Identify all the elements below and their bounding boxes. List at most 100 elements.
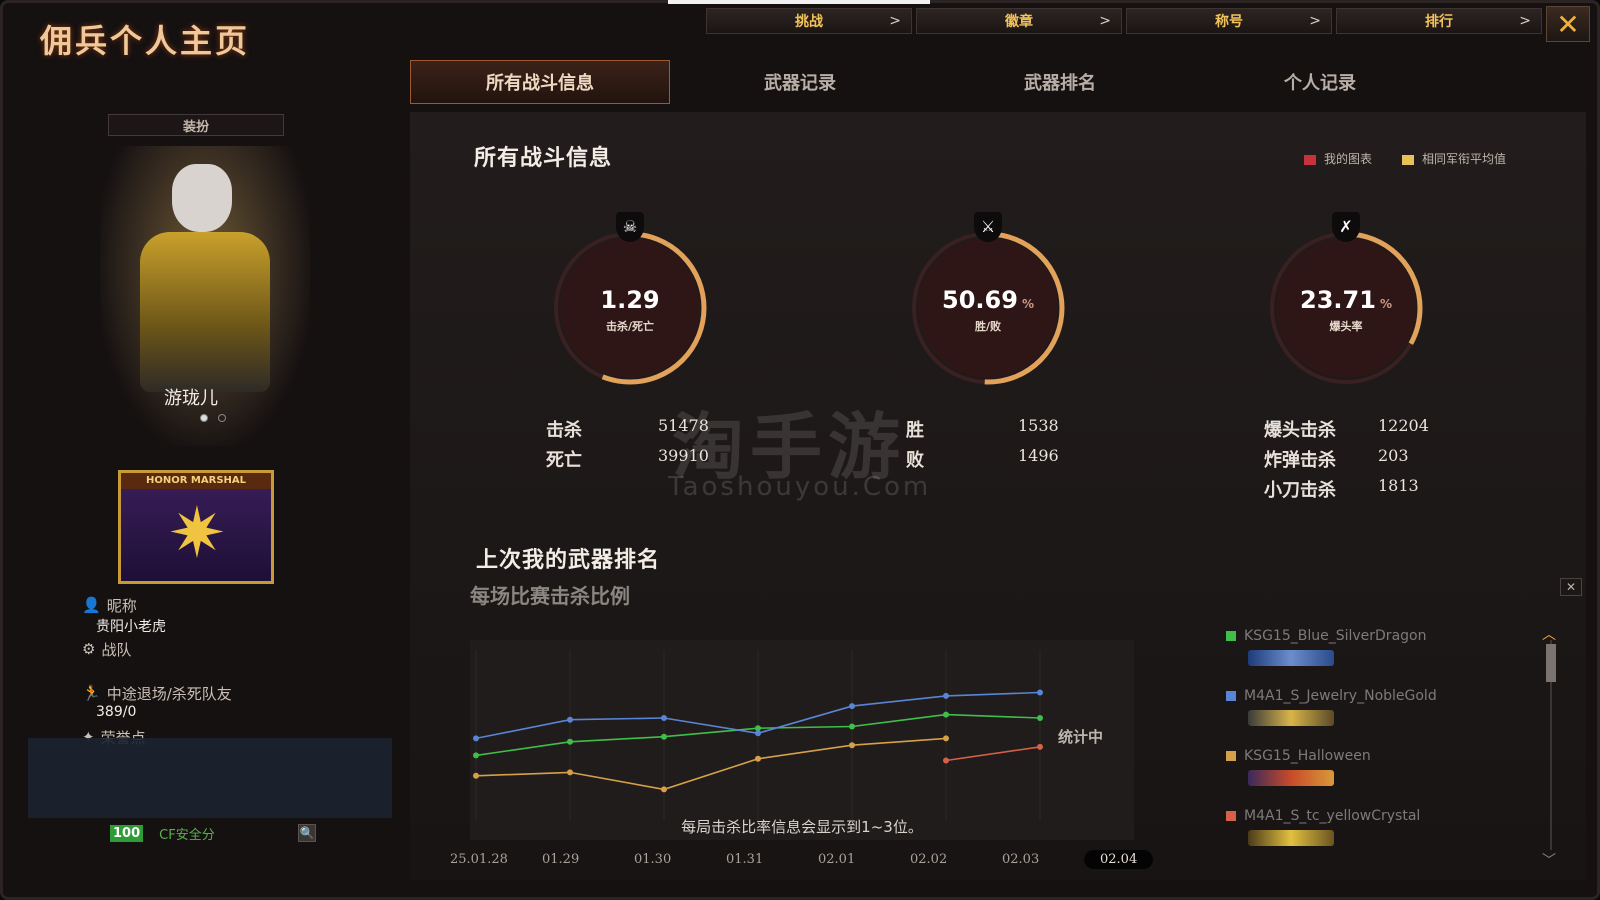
weapon-list-scrollbar[interactable]: ︿ ﹀ — [1542, 627, 1556, 869]
stat-value: 12204 — [1378, 416, 1429, 435]
nav-ranking-button[interactable]: 排行 > — [1336, 8, 1542, 34]
team-value — [82, 660, 232, 682]
legend-item-mine: 我的图表 — [1304, 150, 1372, 167]
pager-dot[interactable] — [200, 414, 208, 422]
legend-item-average: 相同军衔平均值 — [1402, 150, 1506, 167]
team-label: ⚙ 战队 — [82, 638, 232, 660]
series-swatch — [1226, 751, 1236, 761]
data-point[interactable] — [567, 738, 573, 745]
stat-gauge: ⚔ 50.69% 胜/败 — [906, 212, 1070, 390]
series-swatch — [1226, 811, 1236, 821]
weapon-image — [1248, 770, 1334, 786]
data-point[interactable] — [1037, 689, 1043, 696]
kill-ratio-chart — [470, 640, 1134, 840]
weapon-name: KSG15_Blue_SilverDragon — [1244, 628, 1427, 644]
pager-dot[interactable] — [218, 414, 226, 422]
character-head — [172, 164, 232, 232]
stat-label: 败 — [906, 450, 924, 471]
data-point[interactable] — [849, 723, 855, 730]
user-icon: 👤 — [82, 596, 101, 614]
data-point[interactable] — [473, 735, 479, 742]
gauge-unit: % — [1021, 297, 1034, 311]
close-icon[interactable]: ✕ — [1546, 6, 1590, 42]
weapon-name-row: KSG15_Halloween — [1226, 748, 1526, 764]
scroll-thumb[interactable] — [1546, 644, 1556, 682]
stat-knife-kills: 小刀击杀 1813 — [1264, 476, 1419, 502]
data-point[interactable] — [943, 711, 949, 718]
data-point[interactable] — [661, 715, 667, 721]
data-point[interactable] — [1037, 715, 1043, 721]
nav-label: 称号 — [1215, 14, 1243, 30]
x-tick-label: 02.01 — [818, 852, 856, 867]
stat-label: 炸弹击杀 — [1264, 450, 1336, 471]
x-tick-label: 01.31 — [726, 852, 764, 867]
nav-challenge-button[interactable]: 挑战 > — [706, 8, 912, 34]
data-point[interactable] — [943, 692, 949, 699]
weapon-name: M4A1_S_tc_yellowCrystal — [1244, 808, 1421, 824]
stat-label: 小刀击杀 — [1264, 480, 1336, 501]
data-point[interactable] — [849, 742, 855, 749]
stat-value: 1813 — [1378, 476, 1419, 495]
chevron-up-icon[interactable]: ︿ — [1542, 624, 1556, 644]
data-point[interactable] — [943, 757, 949, 764]
close-icon[interactable]: ✕ — [1560, 578, 1582, 596]
profile-info: 👤昵称 贵阳小老虎 ⚙战队 🏃中途退场/杀死队友 389/0 ✦荣誉点 — [82, 594, 232, 748]
tab-personal-record[interactable]: 个人记录 — [1190, 60, 1450, 104]
weapon-name: M4A1_S_Jewelry_NobleGold — [1244, 688, 1437, 704]
search-icon[interactable]: 🔍 — [298, 824, 316, 842]
weapon-image — [1248, 650, 1334, 666]
tab-weapon-record[interactable]: 武器记录 — [670, 60, 930, 104]
weapon-item[interactable]: M4A1_S_Jewelry_NobleGold — [1226, 688, 1526, 748]
tab-all-battle-info[interactable]: 所有战斗信息 — [410, 60, 670, 104]
data-point[interactable] — [755, 755, 761, 762]
nav-label: 排行 — [1425, 14, 1453, 30]
data-point[interactable] — [473, 772, 479, 779]
data-point[interactable] — [661, 786, 667, 793]
nav-title-button[interactable]: 称号 > — [1126, 8, 1332, 34]
data-point[interactable] — [755, 730, 761, 737]
nav-label: 徽章 — [1005, 14, 1033, 30]
character-body — [140, 232, 270, 392]
stat-label: 击杀 — [546, 420, 582, 441]
weapon-item[interactable]: KSG15_Halloween — [1226, 748, 1526, 808]
tab-weapon-ranking[interactable]: 武器排名 — [930, 60, 1190, 104]
gauge-emblem-icon: ☠ — [616, 212, 644, 242]
stat-losses: 败 1496 — [906, 446, 1059, 472]
stat-headshot-kills: 爆头击杀 12204 — [1264, 416, 1429, 442]
data-point[interactable] — [567, 769, 573, 776]
stat-bomb-kills: 炸弹击杀 203 — [1264, 446, 1409, 472]
stat-wins: 胜 1538 — [906, 416, 1059, 442]
data-point[interactable] — [473, 752, 479, 759]
data-point[interactable] — [1037, 743, 1043, 750]
weapon-image — [1248, 830, 1334, 846]
nav-badge-button[interactable]: 徽章 > — [916, 8, 1122, 34]
stat-kills: 击杀 51478 — [546, 416, 709, 442]
data-point[interactable] — [849, 703, 855, 710]
page-title: 佣兵个人主页 — [40, 22, 251, 60]
security-score: 100 — [110, 825, 144, 842]
stat-gauge: ☠ 1.29 击杀/死亡 — [548, 212, 712, 390]
stat-value: 51478 — [658, 416, 709, 435]
quit-teamkill-label: 🏃 中途退场/杀死队友 — [82, 682, 232, 704]
x-tick-label[interactable]: 02.04 — [1084, 850, 1154, 869]
team-icon: ⚙ — [82, 640, 96, 658]
costume-button[interactable]: 装扮 — [108, 114, 284, 136]
security-label: CF安全分 — [159, 828, 215, 843]
chevron-down-icon[interactable]: ﹀ — [1542, 850, 1556, 870]
weapon-name-row: M4A1_S_tc_yellowCrystal — [1226, 808, 1526, 824]
badge-star-icon: ✷ — [167, 492, 227, 574]
chevron-right-icon: > — [1309, 13, 1321, 29]
gauge-unit: % — [1379, 297, 1392, 311]
weapon-item[interactable]: M4A1_S_tc_yellowCrystal — [1226, 808, 1526, 868]
weapon-item[interactable]: KSG15_Blue_SilverDragon — [1226, 628, 1526, 688]
data-point[interactable] — [567, 716, 573, 723]
legend-swatch — [1304, 154, 1316, 165]
legend-label: 我的图表 — [1324, 152, 1373, 166]
data-point[interactable] — [661, 733, 667, 740]
data-point[interactable] — [943, 735, 949, 742]
weapon-name-row: M4A1_S_Jewelry_NobleGold — [1226, 688, 1526, 704]
weapon-name: KSG15_Halloween — [1244, 748, 1371, 764]
stat-deaths: 死亡 39910 — [546, 446, 709, 472]
info-label: 中途退场/杀死队友 — [106, 684, 232, 703]
data-point[interactable] — [755, 725, 761, 732]
